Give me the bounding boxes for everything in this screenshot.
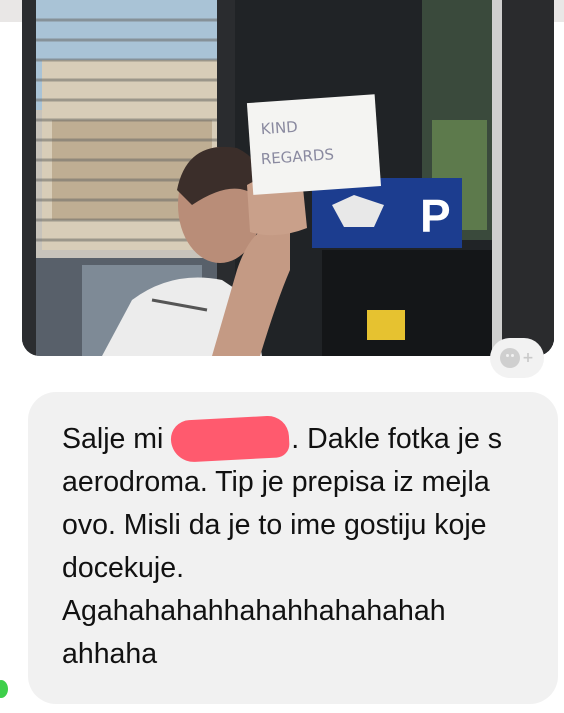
photo-attachment[interactable]: P KIND REGARDS (22, 0, 554, 356)
message-text-part2: . Dakle fotka je s aerodroma. Tip je pre… (62, 423, 502, 670)
photo-image: P KIND REGARDS (22, 0, 554, 356)
plus-icon: + (522, 350, 534, 366)
redaction-mark (170, 414, 291, 464)
online-status-dot (0, 680, 8, 698)
sign-text-line1: KIND (260, 118, 298, 139)
parking-sign-text: P (420, 190, 451, 242)
message-text: Salje mi . Dakle fotka je s aerodroma. T… (62, 414, 547, 676)
message-text-part1: Salje mi (62, 423, 172, 455)
add-reaction-button[interactable]: + (490, 338, 544, 378)
smiley-icon (500, 348, 521, 368)
